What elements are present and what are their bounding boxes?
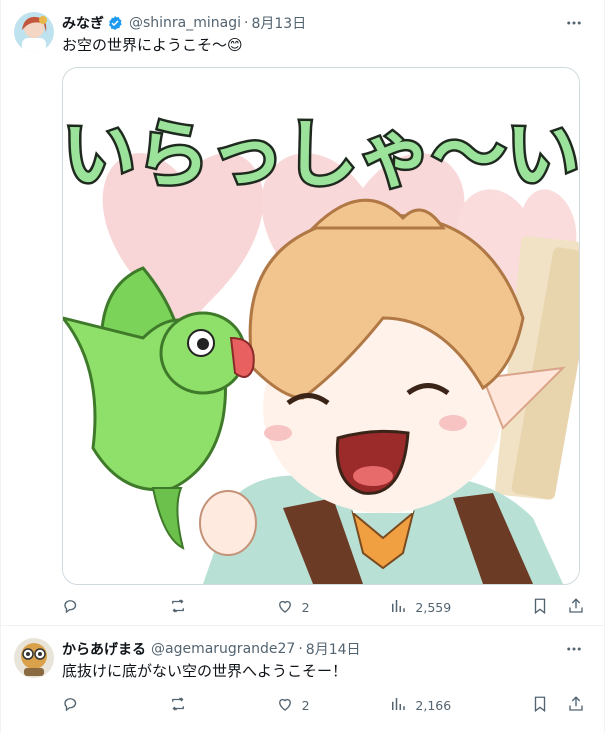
bookmark-icon[interactable] [531, 597, 549, 618]
like-button[interactable]: 2 [276, 695, 310, 716]
retweet-button[interactable] [168, 695, 196, 716]
handle[interactable]: @agemarugrande27 [151, 641, 295, 657]
reply-icon [62, 597, 80, 618]
views-button[interactable]: 2,559 [389, 597, 451, 618]
avatar[interactable] [14, 12, 54, 52]
handle[interactable]: @shinra_minagi [129, 15, 241, 31]
tweet-image[interactable]: いらっしゃ〜い [62, 67, 580, 585]
tweet-text: 底抜けに底がない空の世界へようこそー！ [62, 662, 348, 680]
separator-dot: · [298, 641, 303, 657]
verified-icon [107, 15, 123, 31]
tweet-text: お空の世界にようこそ〜😊 [62, 36, 243, 54]
views-icon [389, 597, 407, 618]
views-button[interactable]: 2,166 [389, 695, 451, 716]
tweet[interactable]: からあげまる @agemarugrande27 · 8月14日 底抜けに底がない… [0, 626, 605, 743]
view-count: 2,166 [415, 697, 452, 713]
display-name[interactable]: からあげまる [62, 639, 146, 659]
tweet-actions: 2 2,166 [62, 695, 589, 715]
like-icon [276, 597, 294, 618]
like-icon [276, 695, 294, 716]
timestamp[interactable]: 8月13日 [251, 13, 306, 33]
views-icon [389, 695, 407, 716]
reply-icon [62, 695, 80, 716]
retweet-icon [168, 695, 188, 716]
reply-button[interactable] [62, 597, 88, 618]
view-count: 2,559 [415, 599, 452, 615]
tweet-actions: 2 2,559 [62, 597, 589, 617]
retweet-icon [168, 597, 188, 618]
bookmark-icon[interactable] [531, 695, 549, 716]
more-icon[interactable] [565, 14, 583, 36]
tweet[interactable]: みなぎ @shinra_minagi · 8月13日 お空の世界にようこそ〜😊 [0, 0, 605, 625]
retweet-button[interactable] [168, 597, 196, 618]
like-count: 2 [301, 697, 310, 713]
like-count: 2 [301, 599, 310, 615]
share-icon[interactable] [567, 695, 585, 716]
avatar[interactable] [14, 638, 54, 678]
greeting-text: いらっしゃ〜い [63, 112, 579, 198]
like-button[interactable]: 2 [276, 597, 310, 618]
reply-button[interactable] [62, 695, 88, 716]
separator-dot: · [244, 15, 249, 31]
timestamp[interactable]: 8月14日 [306, 639, 361, 659]
more-icon[interactable] [565, 640, 583, 662]
display-name[interactable]: みなぎ [62, 13, 104, 33]
share-icon[interactable] [567, 597, 585, 618]
